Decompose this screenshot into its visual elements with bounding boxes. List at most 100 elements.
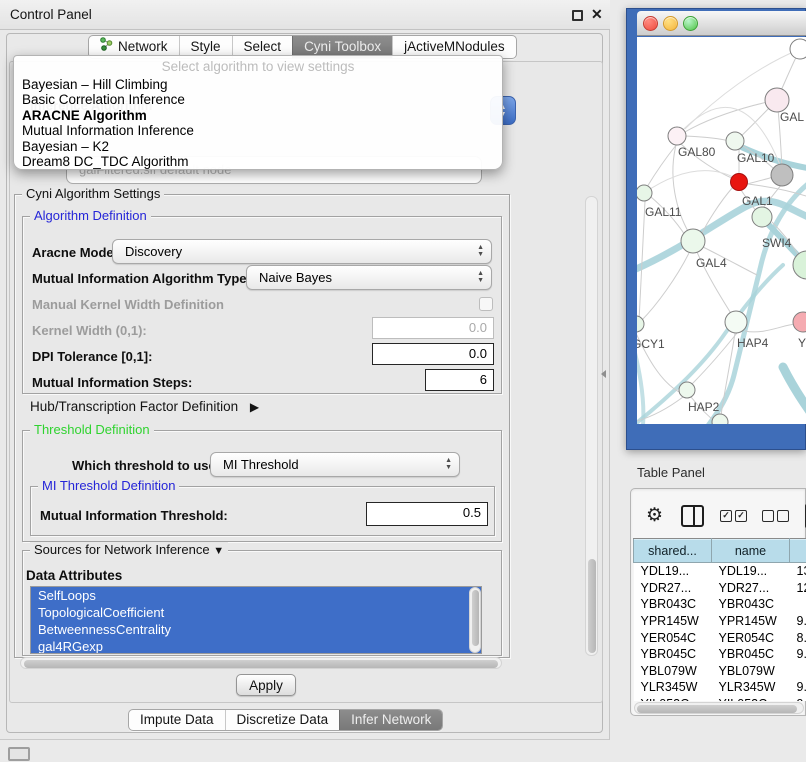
tab-label: Discretize Data xyxy=(237,709,329,731)
network-node[interactable] xyxy=(793,312,806,332)
table-row[interactable]: YDL19...YDL19...13 xyxy=(634,563,806,580)
table-row[interactable]: YER054CYER054C8. xyxy=(634,629,806,646)
network-node[interactable] xyxy=(637,185,652,201)
data-attribute-item[interactable]: BetweennessCentrality xyxy=(31,621,481,638)
data-attributes-list[interactable]: SelfLoopsTopologicalCoefficientBetweenne… xyxy=(30,586,482,654)
settings-vertical-scrollbar-thumb[interactable] xyxy=(588,559,596,653)
table-column-header[interactable]: A xyxy=(790,539,806,563)
minimized-panel-grip[interactable] xyxy=(8,747,30,761)
float-window-icon[interactable] xyxy=(572,10,583,21)
network-node[interactable] xyxy=(725,311,747,333)
tab-label: Infer Network xyxy=(351,709,431,731)
manual-kernel-width-checkbox[interactable] xyxy=(479,297,493,311)
hub-definition-label: Hub/Transcription Factor Definition xyxy=(30,399,238,414)
bottom-tab-infer-network[interactable]: Infer Network xyxy=(339,710,442,730)
attributes-list-scrollbar-thumb[interactable] xyxy=(472,590,479,646)
network-window-titlebar[interactable] xyxy=(637,11,806,36)
network-node[interactable] xyxy=(668,127,686,145)
network-node[interactable] xyxy=(679,382,695,398)
table-cell: YLR345W xyxy=(712,679,790,696)
table-column-header[interactable]: shared... xyxy=(634,539,712,563)
zoom-traffic-light-icon[interactable] xyxy=(683,16,698,31)
network-node[interactable] xyxy=(726,132,744,150)
table-row[interactable]: YBR043CYBR043C xyxy=(634,596,806,613)
network-node[interactable] xyxy=(765,88,789,112)
aracne-mode-value: Discovery xyxy=(125,244,474,259)
table-cell: YBL079W xyxy=(634,663,712,680)
table-row[interactable]: YLR345WYLR345W9. xyxy=(634,679,806,696)
network-node-label: GAL xyxy=(780,110,804,124)
dropdown-placeholder: Select algorithm to view settings xyxy=(14,56,502,77)
which-threshold-value: MI Threshold xyxy=(223,457,442,472)
deselect-all-rows-icon[interactable] xyxy=(762,510,789,522)
aracne-mode-combo[interactable]: Discovery ▲▼ xyxy=(112,239,492,264)
data-attribute-item[interactable]: TopologicalCoefficient xyxy=(31,604,481,621)
which-threshold-combo[interactable]: MI Threshold ▲▼ xyxy=(210,452,460,477)
table-row[interactable]: YBL079WYBL079W xyxy=(634,663,806,680)
network-node-label: HAP2 xyxy=(688,400,720,414)
hub-definition-expander[interactable]: Hub/Transcription Factor Definition ▶ xyxy=(30,399,259,414)
mi-steps-field[interactable]: 6 xyxy=(425,369,494,391)
table-row[interactable]: YBR045CYBR045C9. xyxy=(634,646,806,663)
sources-group-title[interactable]: Sources for Network Inference ▼ xyxy=(30,542,228,557)
mi-algorithm-type-combo[interactable]: Naive Bayes ▲▼ xyxy=(246,265,492,290)
kernel-width-field[interactable]: 0.0 xyxy=(372,317,494,339)
mi-algorithm-type-label: Mutual Information Algorithm Type: xyxy=(32,271,251,286)
algorithm-option[interactable]: Bayesian – K2 xyxy=(14,139,502,154)
control-panel-titlebar[interactable]: Control Panel ✕ xyxy=(0,0,610,30)
network-view-window[interactable]: GALGAL80GAL10GAL1GAL11SWI4GAL4GCY1HAP4YH… xyxy=(626,8,806,450)
algorithm-option[interactable]: Mutual Information Inference xyxy=(14,123,502,138)
network-node[interactable] xyxy=(771,164,793,186)
table-horizontal-scrollbar[interactable] xyxy=(634,702,804,714)
bottom-tab-impute-data[interactable]: Impute Data xyxy=(129,710,225,730)
network-node[interactable] xyxy=(790,39,806,59)
data-attribute-item[interactable]: SelfLoops xyxy=(31,587,481,604)
table-row[interactable]: YPR145WYPR145W9. xyxy=(634,613,806,630)
expander-right-arrow-icon[interactable]: ▶ xyxy=(250,400,259,414)
select-all-rows-icon[interactable]: ✓ ✓ xyxy=(720,510,747,522)
algorithm-option[interactable]: Dream8 DC_TDC Algorithm xyxy=(14,154,502,169)
close-traffic-light-icon[interactable] xyxy=(643,16,658,31)
minimize-traffic-light-icon[interactable] xyxy=(663,16,678,31)
table-cell: YIL052C xyxy=(634,696,712,701)
table-panel-title: Table Panel xyxy=(637,465,705,480)
table-cell: YBL079W xyxy=(712,663,790,680)
network-node[interactable] xyxy=(681,229,705,253)
close-icon[interactable]: ✕ xyxy=(591,6,603,23)
table-horizontal-scrollbar-thumb[interactable] xyxy=(637,705,797,713)
table-row[interactable]: YIL052CYIL052C9. xyxy=(634,696,806,701)
table-cell xyxy=(790,663,806,680)
table-cell: YLR345W xyxy=(634,679,712,696)
expander-down-arrow-icon[interactable]: ▼ xyxy=(213,545,224,557)
settings-horizontal-scrollbar[interactable] xyxy=(20,657,502,669)
table-cell: 13 xyxy=(790,563,806,580)
table-options-gear-icon[interactable]: ⚙ xyxy=(646,501,663,531)
dropdown-item-list: Bayesian – Hill ClimbingBasic Correlatio… xyxy=(14,77,502,169)
column-visibility-icon[interactable] xyxy=(681,505,704,527)
settings-vertical-scrollbar[interactable] xyxy=(585,196,598,656)
table-cell: YER054C xyxy=(634,629,712,646)
table-cell: 8. xyxy=(790,629,806,646)
bottom-tab-discretize-data[interactable]: Discretize Data xyxy=(225,710,340,730)
tab-label: Impute Data xyxy=(140,709,214,731)
table-column-header[interactable]: name xyxy=(712,539,790,563)
algorithm-option[interactable]: Bayesian – Hill Climbing xyxy=(14,77,502,92)
apply-button[interactable]: Apply xyxy=(236,674,296,696)
network-node[interactable] xyxy=(731,174,748,191)
table-cell xyxy=(790,596,806,613)
data-attribute-item[interactable]: gal4RGexp xyxy=(31,638,481,654)
table-row[interactable]: YDR27...YDR27...12 xyxy=(634,580,806,597)
table-cell: YBR045C xyxy=(634,646,712,663)
network-graph[interactable]: GALGAL80GAL10GAL1GAL11SWI4GAL4GCY1HAP4YH… xyxy=(637,37,806,424)
attributes-list-scrollbar[interactable] xyxy=(469,587,481,653)
mi-threshold-field[interactable]: 0.5 xyxy=(366,502,488,526)
splitter-collapse-arrow-icon[interactable] xyxy=(601,370,606,378)
algorithm-option[interactable]: Basic Correlation Inference xyxy=(14,92,502,107)
settings-horizontal-scrollbar-thumb[interactable] xyxy=(24,660,498,668)
dpi-tolerance-field[interactable]: 0.0 xyxy=(372,343,494,365)
dpi-tolerance-label: DPI Tolerance [0,1]: xyxy=(32,349,152,364)
checked-box-icon: ✓ xyxy=(720,510,732,522)
network-canvas[interactable]: GALGAL80GAL10GAL1GAL11SWI4GAL4GCY1HAP4YH… xyxy=(637,37,806,424)
algorithm-option[interactable]: ARACNE Algorithm xyxy=(14,108,502,123)
network-node[interactable] xyxy=(752,207,772,227)
